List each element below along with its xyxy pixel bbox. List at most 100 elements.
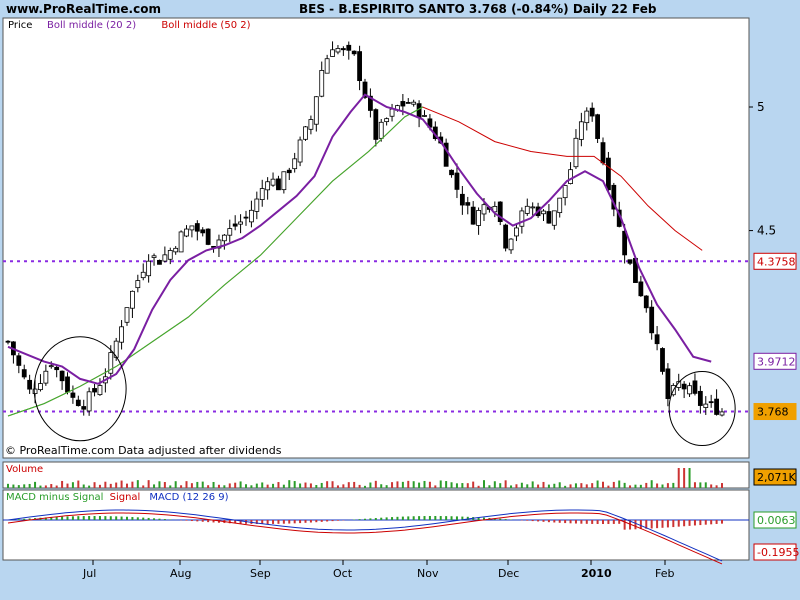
candle-body — [238, 221, 243, 225]
volume-bar — [261, 482, 264, 488]
candle-body — [303, 126, 308, 140]
macd-histogram-bar — [309, 520, 312, 523]
volume-bar — [461, 483, 464, 488]
volume-bar — [439, 480, 442, 488]
macd-histogram-bar — [380, 517, 383, 520]
volume-bar — [44, 485, 47, 488]
candle-body — [649, 306, 655, 334]
volume-bar — [472, 481, 475, 488]
volume-bar — [553, 483, 556, 488]
volume-bar — [434, 485, 437, 488]
candle-body — [119, 326, 124, 343]
macd-label: Signal — [110, 492, 141, 503]
candle-body — [708, 401, 714, 404]
candle-body — [524, 205, 530, 214]
volume-bar — [277, 482, 280, 488]
macd-histogram-bar — [564, 520, 567, 524]
candle-body — [422, 115, 427, 117]
candle-body — [340, 48, 346, 51]
macd-histogram-bar — [163, 519, 166, 520]
volume-bar — [23, 484, 26, 488]
volume-bar — [564, 485, 567, 488]
volume-bar — [185, 481, 188, 488]
volume-bar — [223, 485, 226, 488]
candle-body — [530, 206, 536, 209]
volume-bar — [618, 480, 621, 488]
candle-body — [681, 383, 687, 390]
candle-body — [351, 50, 357, 55]
macd-histogram-bar — [169, 519, 172, 520]
candle-body — [514, 227, 519, 237]
macd-histogram-bar — [639, 520, 642, 530]
volume-bar — [82, 484, 85, 488]
volume-bar — [688, 468, 691, 488]
macd-histogram-bar — [364, 518, 366, 520]
volume-bar — [569, 484, 572, 488]
volume-bar — [483, 480, 485, 488]
candle-body — [38, 383, 43, 391]
volume-bar — [677, 468, 680, 488]
volume-bar — [661, 484, 664, 488]
legend-entry: Boll middle (50 2) — [161, 20, 250, 31]
volume-bar — [634, 484, 637, 488]
macd-histogram-bar — [650, 520, 653, 529]
candle-body — [589, 107, 595, 117]
macd-histogram-bar — [526, 520, 529, 521]
macd-histogram-bar — [499, 518, 502, 520]
candle-body — [600, 142, 606, 164]
candle-body — [70, 392, 76, 398]
volume-bar — [104, 481, 107, 488]
volume-bar — [347, 482, 350, 488]
candle-body — [719, 411, 725, 416]
candle-body — [384, 118, 390, 123]
candle-body — [97, 385, 103, 396]
candle-body — [481, 204, 487, 215]
macd-histogram-bar — [450, 516, 453, 520]
candle-body — [335, 48, 341, 53]
candle-body — [313, 96, 319, 125]
x-axis-label: Nov — [417, 567, 439, 580]
volume-bar — [136, 480, 139, 488]
x-axis-label: Sep — [250, 567, 271, 580]
candle-body — [151, 255, 157, 258]
candle-body — [330, 49, 335, 57]
candle-body — [503, 224, 509, 249]
volume-bar — [423, 480, 426, 488]
volume-bar — [715, 485, 718, 488]
candle-body — [643, 295, 649, 309]
volume-bar — [526, 484, 529, 488]
macd-histogram-bar — [591, 520, 594, 524]
volume-bar — [98, 484, 101, 488]
candle-body — [692, 380, 698, 394]
volume-bar — [364, 485, 366, 488]
macd-histogram-bar — [109, 516, 112, 520]
candle-body — [606, 157, 611, 191]
volume-bar — [320, 482, 323, 488]
volume-bar — [174, 481, 177, 488]
macd-histogram-bar — [596, 520, 599, 524]
volume-bar — [315, 484, 318, 488]
volume-bar — [180, 485, 183, 488]
x-axis-label: Dec — [498, 567, 519, 580]
stock-chart[interactable]: 5 4.5 4.3758 3.9712 3.768 Price Boll middle (2… — [0, 0, 800, 600]
candle-body — [162, 254, 168, 262]
candle-body — [259, 188, 265, 200]
candle-body — [703, 403, 709, 408]
macd-histogram-bar — [699, 520, 702, 526]
volume-bar — [699, 482, 702, 488]
candle-body — [373, 109, 379, 140]
volume-label: Volume — [6, 464, 43, 475]
macd-histogram-bar — [266, 520, 269, 524]
volume-bar — [558, 482, 561, 488]
volume-bar — [142, 485, 145, 488]
volume-bar — [639, 484, 642, 488]
volume-bar — [234, 482, 237, 488]
macd-histogram-bar — [721, 520, 723, 524]
macd-histogram-bar — [293, 520, 296, 524]
macd-histogram-bar — [147, 517, 150, 520]
volume-bar — [607, 485, 610, 488]
macd-histogram-bar — [88, 516, 91, 520]
volume-bar — [77, 480, 80, 488]
volume-bar — [591, 483, 594, 488]
candle-body — [221, 234, 227, 242]
